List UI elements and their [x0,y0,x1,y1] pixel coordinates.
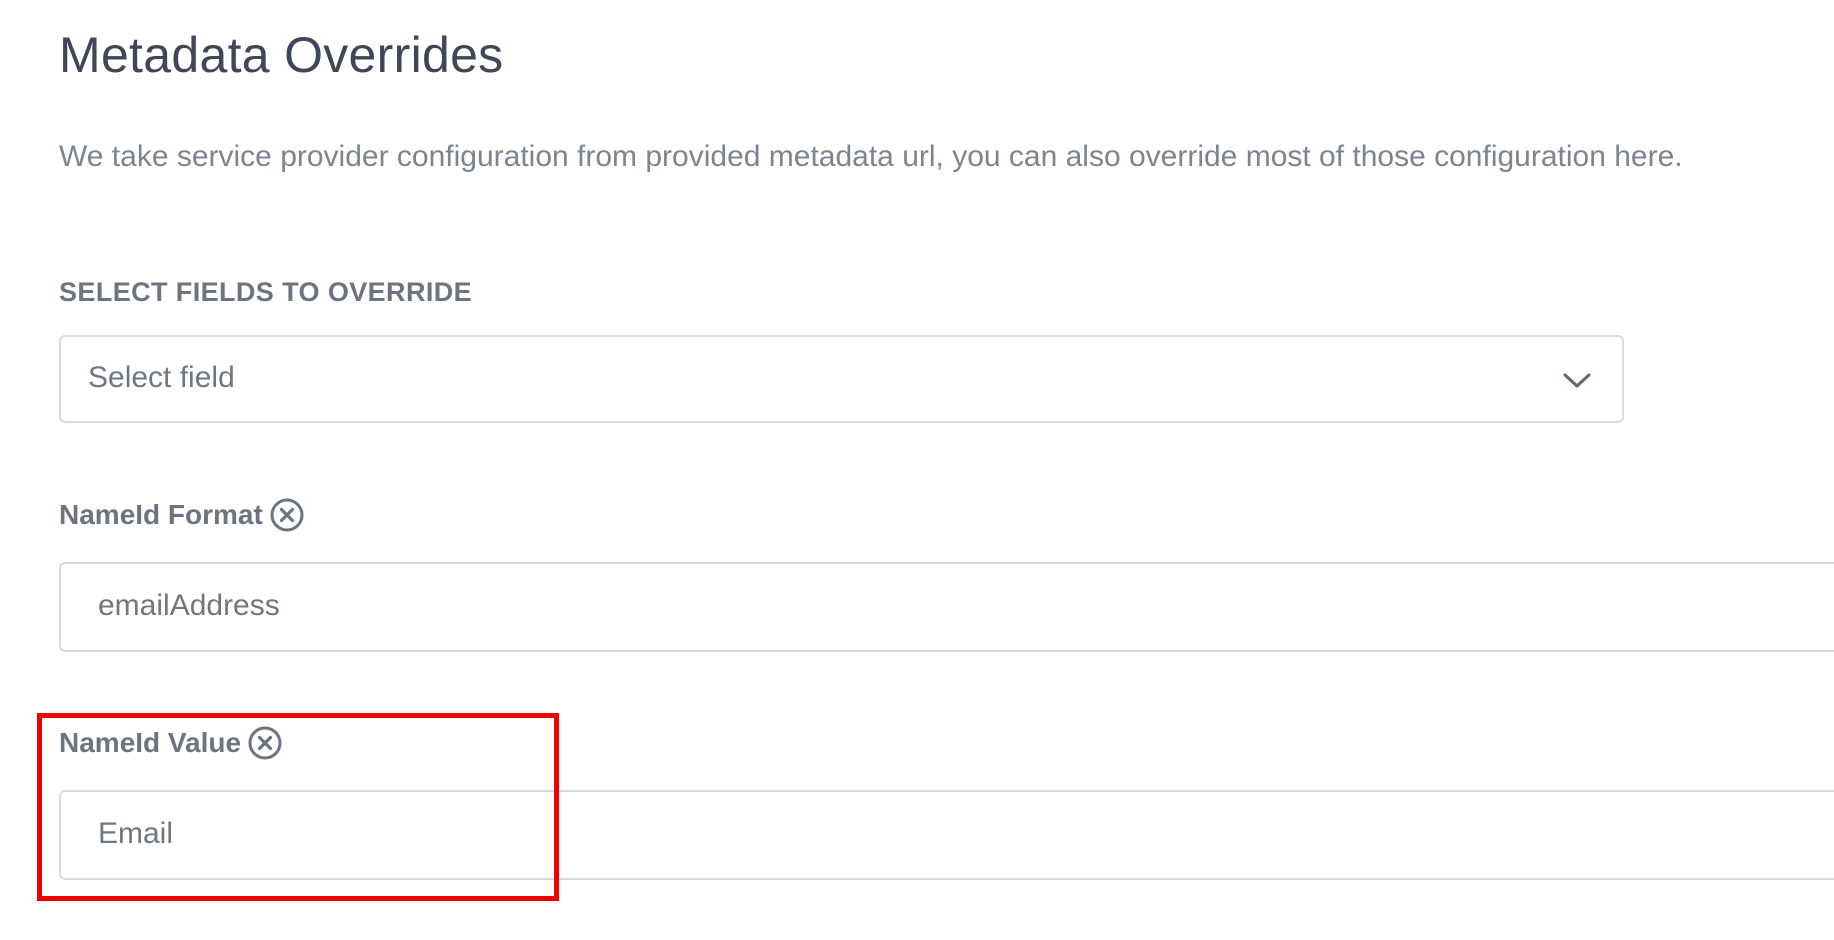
select-fields-label: SELECT FIELDS TO OVERRIDE [59,277,473,307]
page-title: Metadata Overrides [59,27,504,83]
select-field-value: Select field [88,361,235,394]
nameid-format-input[interactable]: emailAddress [59,562,1834,652]
nameid-format-label: NameId Format [59,497,305,533]
nameid-format-label-text: NameId Format [59,499,263,530]
nameid-format-value: emailAddress [98,589,280,622]
page-description: We take service provider configuration f… [59,140,1683,173]
nameid-value-input[interactable]: Email [59,790,1834,880]
metadata-overrides-page: Metadata Overrides We take service provi… [0,0,1834,940]
select-field-dropdown[interactable]: Select field [59,335,1624,423]
nameid-value-label: NameId Value [59,725,283,761]
chevron-down-icon [1563,373,1591,388]
close-circle-icon[interactable] [269,497,305,533]
nameid-value-label-text: NameId Value [59,727,242,758]
nameid-value-value: Email [98,817,174,850]
close-circle-icon[interactable] [247,725,283,761]
